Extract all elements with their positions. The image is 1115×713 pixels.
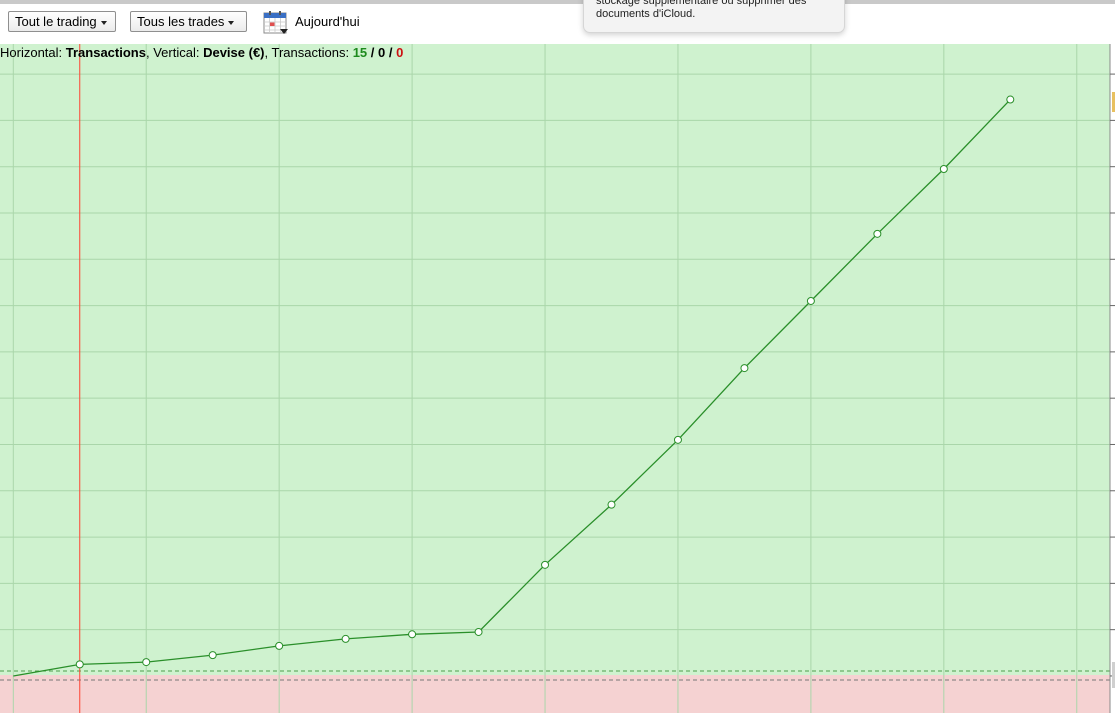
equity-point xyxy=(208,651,217,660)
chevron-down-icon xyxy=(100,20,107,25)
trades-filter-dropdown[interactable]: Tous les trades xyxy=(130,11,247,32)
trades-filter-label: Tous les trades xyxy=(137,14,225,29)
vertical-label: Vertical: xyxy=(153,45,200,60)
chart-info-line: Horizontal: Transactions, Vertical: Devi… xyxy=(0,45,404,60)
equity-point xyxy=(939,165,948,174)
equity-point xyxy=(806,296,815,305)
count-winning: 15 xyxy=(352,45,368,60)
count-separator-2: / xyxy=(385,45,397,60)
calendar-icon[interactable] xyxy=(263,11,289,35)
equity-point xyxy=(142,658,151,667)
equity-point xyxy=(474,627,483,636)
chevron-down-icon xyxy=(228,20,235,25)
equity-point xyxy=(1006,95,1015,104)
trading-filter-label: Tout le trading xyxy=(15,14,97,29)
window-top-edge xyxy=(0,0,1115,4)
today-button[interactable]: Aujourd'hui xyxy=(295,14,360,29)
icloud-notification[interactable]: stockage supplémentaire ou supprimer des… xyxy=(583,0,845,33)
equity-point xyxy=(341,634,350,643)
transactions-label: Transactions: xyxy=(271,45,350,60)
equity-point xyxy=(541,560,550,569)
equity-point xyxy=(673,435,682,444)
equity-chart xyxy=(0,44,1115,713)
equity-point xyxy=(75,660,84,669)
equity-point xyxy=(740,364,749,373)
trading-filter-dropdown[interactable]: Tout le trading xyxy=(8,11,116,32)
equity-point xyxy=(873,229,882,238)
vertical-value: Devise (€) xyxy=(203,45,265,60)
count-losing: 0 xyxy=(396,45,404,60)
equity-point xyxy=(408,630,417,639)
right-axis-ticks xyxy=(1110,73,1115,677)
equity-point xyxy=(275,641,284,650)
count-separator-1: / xyxy=(367,45,378,60)
horizontal-value: Transactions xyxy=(65,45,146,60)
equity-point xyxy=(607,500,616,509)
horizontal-label: Horizontal: xyxy=(0,45,63,60)
notification-text: stockage supplémentaire ou supprimer des… xyxy=(596,0,807,20)
